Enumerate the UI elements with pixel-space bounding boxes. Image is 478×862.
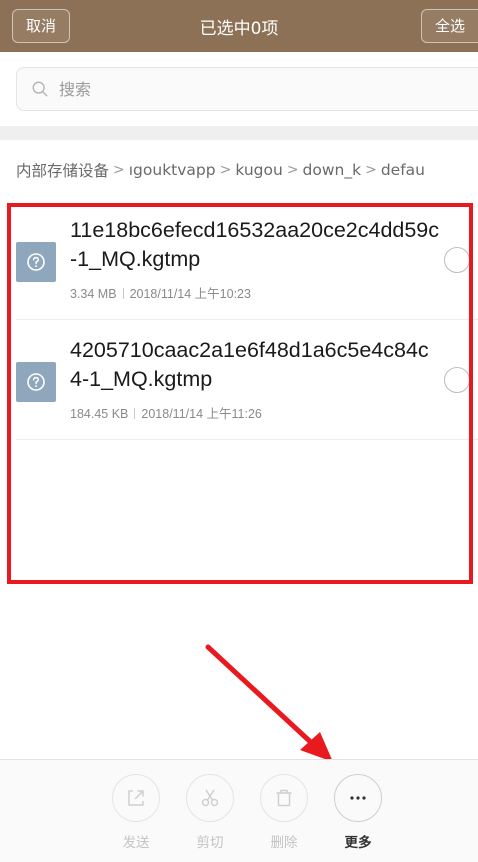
file-list: 11e18bc6efecd16532aa20ce2c4dd59c-1_MQ.kg… xyxy=(0,200,478,590)
file-meta: 3.34 MB 2018/11/14 上午10:23 xyxy=(70,283,251,302)
breadcrumb-item-kugou[interactable]: kugou xyxy=(235,161,282,179)
cut-label: 剪切 xyxy=(196,835,224,851)
trash-icon xyxy=(276,789,292,807)
top-action-bar: 取消 已选中0项 全选 xyxy=(0,0,478,52)
send-label: 发送 xyxy=(122,835,150,851)
unknown-file-icon xyxy=(16,242,56,282)
meta-divider xyxy=(134,408,136,419)
file-date: 2018/11/14 上午10:23 xyxy=(129,287,251,301)
unknown-file-icon xyxy=(16,362,56,402)
meta-divider xyxy=(122,288,124,299)
more-label: 更多 xyxy=(344,835,372,851)
breadcrumb-item-down-k[interactable]: down_k xyxy=(303,161,362,179)
breadcrumb-item-internal-storage[interactable]: 内部存储设备 xyxy=(16,159,109,181)
chevron-right-icon: > xyxy=(113,162,125,178)
file-list-item[interactable]: 4205710caac2a1e6f48d1a6c5e4c84c4-1_MQ.kg… xyxy=(16,320,478,440)
delete-label: 删除 xyxy=(270,835,298,851)
search-icon xyxy=(32,81,48,97)
chevron-right-icon: > xyxy=(219,162,232,178)
file-size: 3.34 MB xyxy=(70,287,117,301)
search-input[interactable] xyxy=(59,79,439,99)
scissors-icon xyxy=(201,789,219,807)
file-size: 184.45 KB xyxy=(70,407,129,421)
select-all-button[interactable]: 全选 xyxy=(420,9,478,43)
file-meta: 184.45 KB 2018/11/14 上午11:26 xyxy=(70,403,262,422)
more-button[interactable]: 更多 xyxy=(323,774,393,851)
more-icon xyxy=(350,796,366,800)
bottom-toolbar: 发送 剪切 删除 更多 xyxy=(0,759,478,862)
select-radio[interactable] xyxy=(444,247,470,273)
file-name: 11e18bc6efecd16532aa20ce2c4dd59c-1_MQ.kg… xyxy=(70,218,440,271)
breadcrumb: 内部存储设备 > ıgouktvapp > kugou > down_k > d… xyxy=(0,140,478,200)
file-name: 4205710caac2a1e6f48d1a6c5e4c84c4-1_MQ.kg… xyxy=(70,338,429,391)
chevron-right-icon: > xyxy=(365,162,377,178)
delete-button[interactable]: 删除 xyxy=(249,774,319,851)
section-divider xyxy=(0,126,478,140)
file-date: 2018/11/14 上午11:26 xyxy=(141,407,262,421)
breadcrumb-item-kugouktvapp[interactable]: ıgouktvapp xyxy=(129,161,216,179)
share-icon xyxy=(128,790,144,806)
file-list-item[interactable]: 11e18bc6efecd16532aa20ce2c4dd59c-1_MQ.kg… xyxy=(16,200,478,320)
cancel-button[interactable]: 取消 xyxy=(12,9,71,43)
selection-count-title: 已选中0项 xyxy=(199,18,279,39)
cut-button[interactable]: 剪切 xyxy=(175,774,245,851)
select-radio[interactable] xyxy=(444,367,470,393)
chevron-right-icon: > xyxy=(286,162,299,178)
search-box[interactable] xyxy=(16,67,478,111)
search-area xyxy=(0,52,478,126)
breadcrumb-item-default[interactable]: defau xyxy=(381,161,425,179)
send-button[interactable]: 发送 xyxy=(101,774,171,851)
